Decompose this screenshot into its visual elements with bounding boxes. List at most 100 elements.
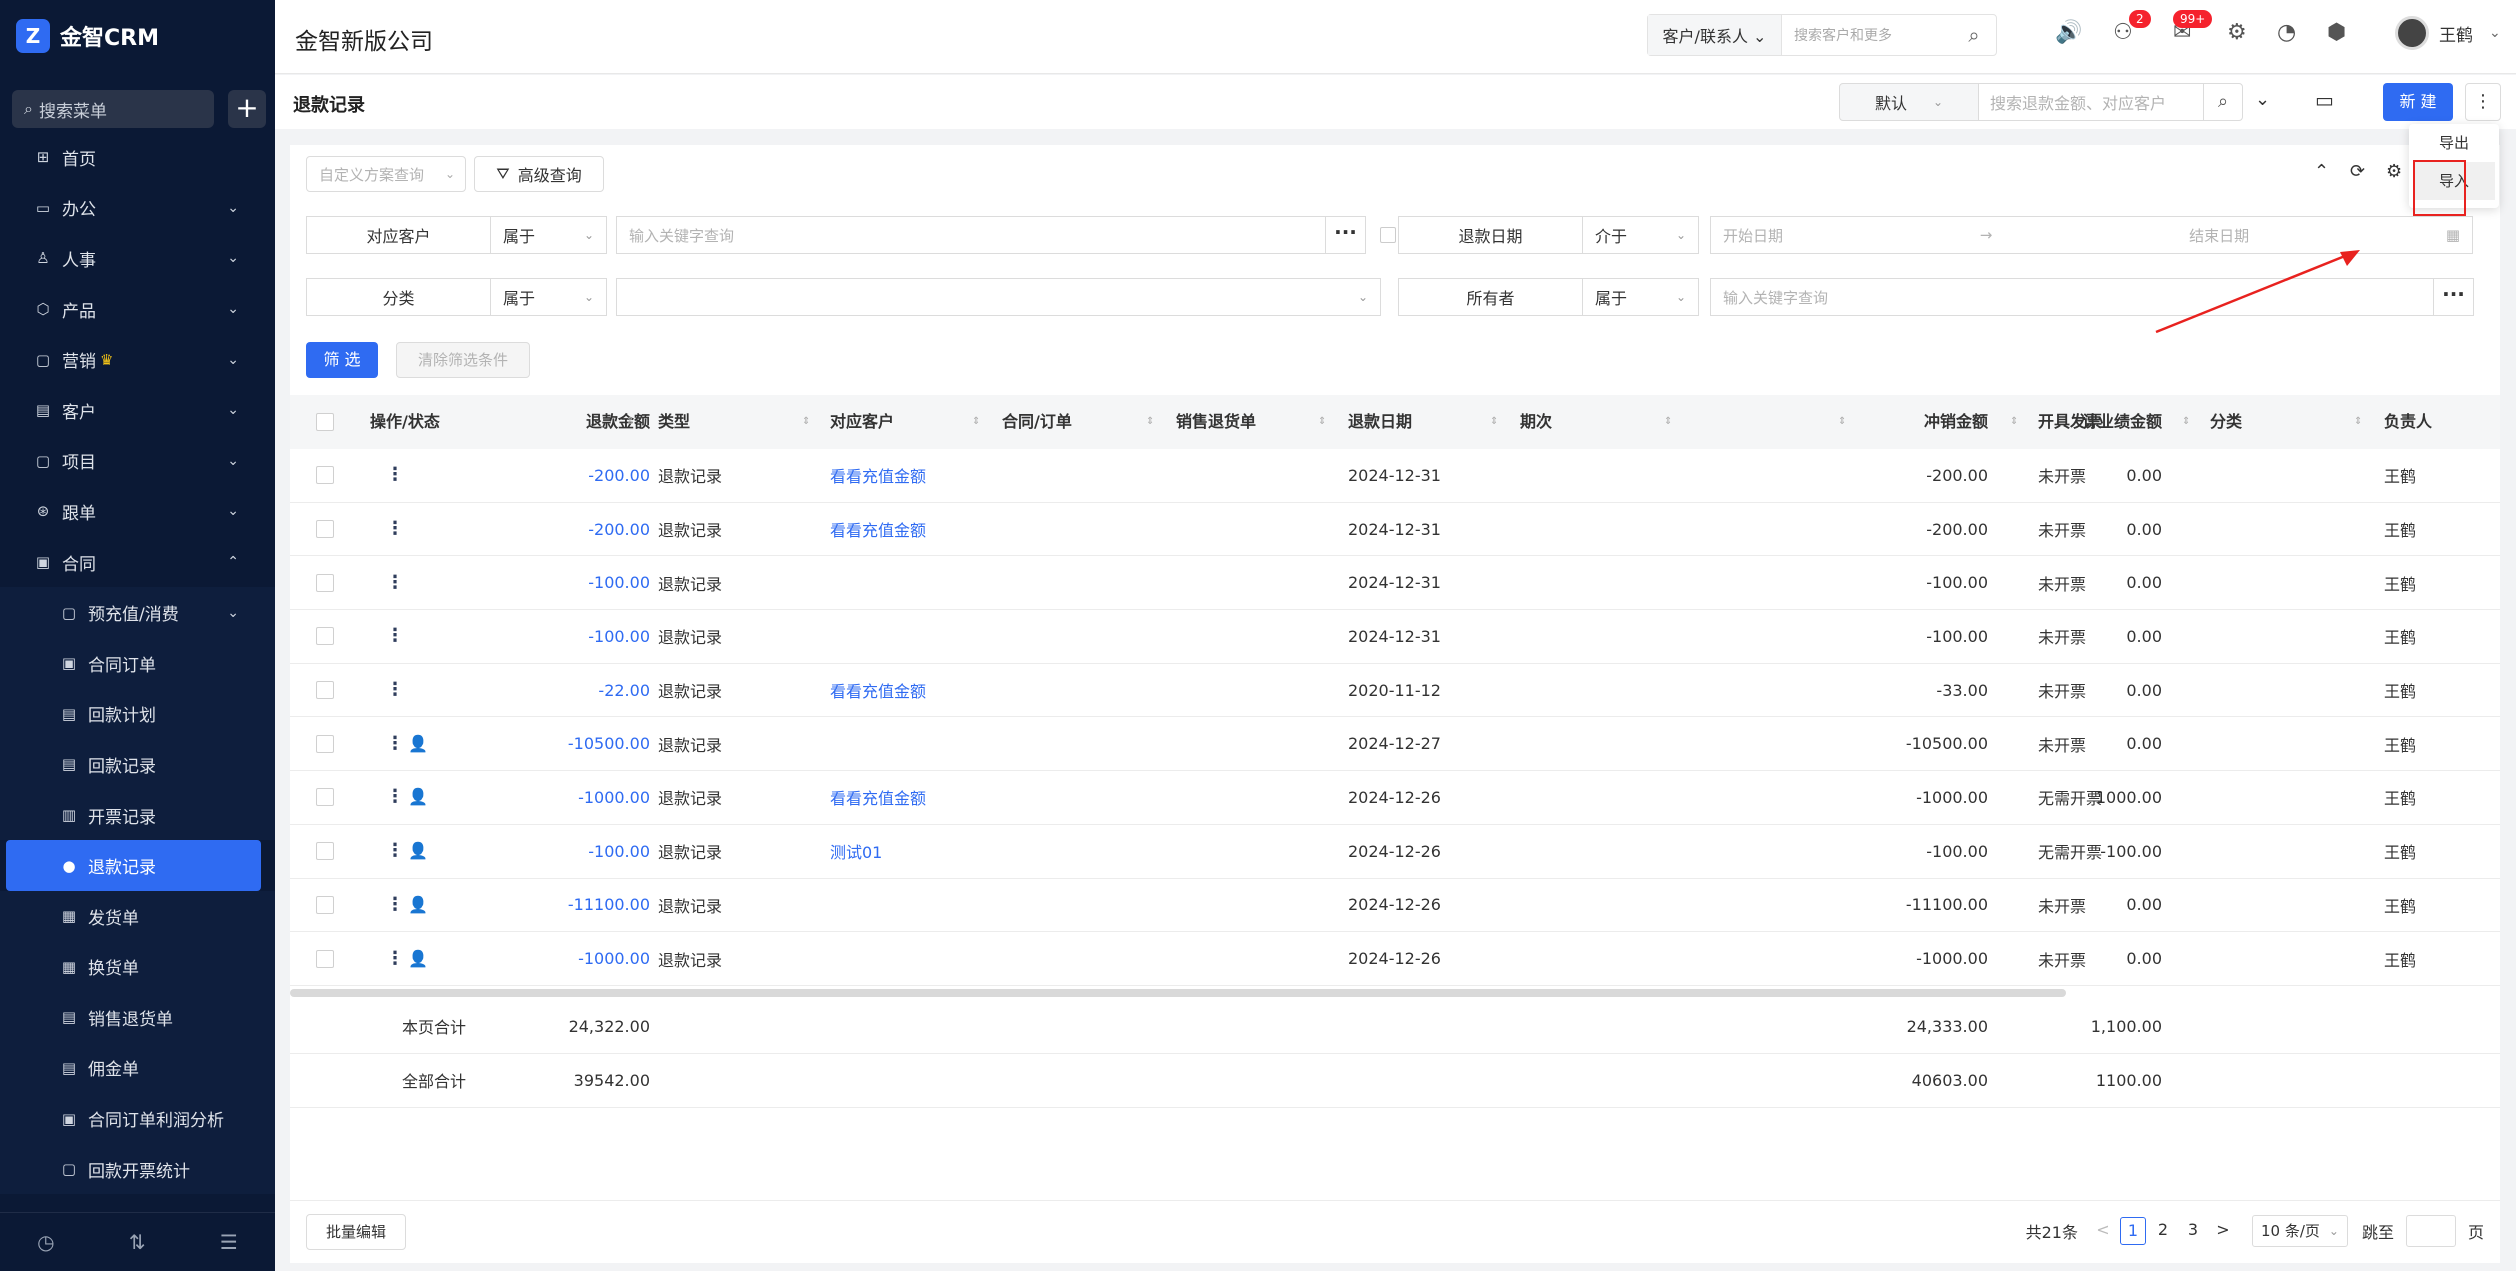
customer-keyword-input[interactable]: 输入关键字查询	[616, 216, 1326, 254]
cell-amount[interactable]: -100.00	[490, 610, 650, 663]
more-actions-button[interactable]: ⋮	[2465, 83, 2501, 121]
sidebar-subitem-10[interactable]: ▣ 合同订单利润分析	[0, 1093, 275, 1144]
advanced-query-button[interactable]: ⛛ 高级查询	[474, 156, 604, 192]
filter-button[interactable]: 筛 选	[306, 342, 378, 378]
settings-icon[interactable]: ⚙	[2386, 161, 2402, 182]
menu-search-input[interactable]: ⌕ 搜索菜单	[12, 90, 214, 128]
sidebar-item-4[interactable]: ▢ 营销 ♛ ⌄	[0, 334, 275, 385]
search-icon[interactable]: ⌕	[1952, 23, 1996, 47]
sidebar-subitem-2[interactable]: ▤ 回款计划	[0, 688, 275, 740]
cell-customer[interactable]	[830, 879, 990, 932]
row-checkbox[interactable]	[316, 520, 334, 539]
jump-page-input[interactable]	[2405, 1215, 2456, 1247]
row-checkbox[interactable]	[316, 627, 334, 646]
table-row[interactable]: ⋮ 👤 -11100.00 退款记录 2024-12-26 -11100.00 0.00 未开…	[290, 879, 2500, 933]
cell-customer[interactable]: 看看充值金额	[830, 664, 990, 717]
cube-icon[interactable]: ⬢	[2327, 20, 2346, 45]
sidebar-item-8[interactable]: ▣ 合同 ⌃	[0, 537, 275, 588]
column-header[interactable]: 类型	[658, 395, 758, 449]
add-menu-button[interactable]: +	[228, 90, 266, 128]
filter-field-category[interactable]: 分类	[306, 278, 491, 316]
row-checkbox[interactable]	[316, 895, 334, 914]
filter-operator-customer[interactable]: 属于 ⌄	[491, 216, 607, 254]
batch-edit-button[interactable]: 批量编辑	[306, 1214, 406, 1250]
column-header[interactable]: 开具发票	[2038, 395, 2198, 449]
cell-amount[interactable]: -22.00	[490, 664, 650, 717]
cell-amount[interactable]: -100.00	[490, 556, 650, 609]
sort-icon[interactable]: ⇕	[2010, 395, 2018, 449]
row-actions-icon[interactable]: ⋮	[386, 625, 404, 646]
table-row[interactable]: ⋮ 👤 -100.00 退款记录 测试01 2024-12-26 -100.00 -100.0…	[290, 825, 2500, 879]
row-actions-icon[interactable]: ⋮	[386, 948, 404, 969]
row-actions-icon[interactable]: ⋮	[386, 518, 404, 539]
select-all-checkbox[interactable]	[316, 413, 334, 431]
collapse-up-icon[interactable]: ⌃	[2314, 161, 2329, 182]
view-select[interactable]: 默认 ⌄	[1839, 83, 1979, 121]
page-size-select[interactable]: 10 条/页 ⌄	[2251, 1215, 2348, 1247]
sort-icon[interactable]: ⇕	[972, 395, 980, 449]
filter-operator-category[interactable]: 属于 ⌄	[491, 278, 607, 316]
row-checkbox[interactable]	[316, 949, 334, 968]
row-checkbox[interactable]	[316, 842, 334, 861]
cell-amount[interactable]: -10500.00	[490, 717, 650, 770]
sidebar-item-5[interactable]: ▤ 客户 ⌄	[0, 385, 275, 436]
sidebar-subitem-1[interactable]: ▣ 合同订单	[0, 637, 275, 689]
cell-amount[interactable]: -1000.00	[490, 771, 650, 824]
cell-amount[interactable]: -100.00	[490, 825, 650, 878]
sort-icon[interactable]: ⇕	[1318, 395, 1326, 449]
category-select[interactable]: ⌄	[616, 278, 1381, 316]
page-2-button[interactable]: 2	[2150, 1217, 2176, 1245]
filter-operator-owner[interactable]: 属于 ⌄	[1583, 278, 1699, 316]
cell-customer[interactable]	[830, 717, 990, 770]
row-actions-icon[interactable]: ⋮	[386, 733, 404, 754]
sort-icon[interactable]: ⇅	[129, 1230, 146, 1254]
export-menu-item[interactable]: 导出	[2409, 124, 2499, 162]
sort-icon[interactable]: ⇕	[2354, 395, 2362, 449]
search-icon[interactable]: ⌕	[2203, 83, 2243, 121]
sidebar-item-3[interactable]: ⬡ 产品 ⌄	[0, 284, 275, 335]
sidebar-subitem-8[interactable]: ▤ 销售退货单	[0, 992, 275, 1043]
table-row[interactable]: ⋮ -100.00 退款记录 2024-12-31 -100.00 0.00 未开票 王鹤	[290, 610, 2500, 664]
page-3-button[interactable]: 3	[2180, 1217, 2206, 1245]
expand-chevron-icon[interactable]: ⌄	[2255, 89, 2270, 110]
table-row[interactable]: ⋮ 👤 -1000.00 退款记录 2024-12-26 -1000.00 0.00 未开票王…	[290, 932, 2500, 986]
row-checkbox[interactable]	[316, 734, 334, 753]
row-actions-icon[interactable]: ⋮	[386, 894, 404, 915]
row-actions-icon[interactable]: ⋮	[386, 572, 404, 593]
filter-checkbox[interactable]	[1380, 227, 1396, 243]
filter-field-customer[interactable]: 对应客户	[306, 216, 491, 254]
sort-icon[interactable]: ⇕	[1146, 395, 1154, 449]
cell-amount[interactable]: -200.00	[490, 503, 650, 556]
logo[interactable]: Z 金智CRM	[16, 18, 159, 54]
sort-icon[interactable]: ⇕	[1838, 395, 1846, 449]
sidebar-subitem-9[interactable]: ▤ 佣金单	[0, 1042, 275, 1094]
history-icon[interactable]: ◷	[37, 1230, 54, 1254]
sidebar-item-2[interactable]: ♙ 人事 ⌄	[0, 233, 275, 284]
mail-icon[interactable]: ✉ 99+	[2173, 10, 2213, 45]
cell-customer[interactable]: 看看充值金额	[830, 503, 990, 556]
cell-customer[interactable]: 测试01	[830, 825, 990, 878]
sidebar-subitem-3[interactable]: ▤ 回款记录	[0, 739, 275, 790]
row-actions-icon[interactable]: ⋮	[386, 786, 404, 807]
cell-amount[interactable]: -11100.00	[490, 879, 650, 932]
company-name[interactable]: 金智新版公司	[295, 22, 433, 56]
page-1-button[interactable]: 1	[2119, 1217, 2146, 1245]
sort-icon[interactable]: ⇕	[1490, 395, 1498, 449]
user-menu[interactable]: 王鹤 ⌄	[2395, 16, 2501, 50]
global-search-input[interactable]: 搜索客户和更多	[1782, 25, 1952, 45]
refresh-icon[interactable]: ⟳	[2350, 161, 2365, 182]
column-header[interactable]: 期次	[1520, 395, 1680, 449]
sidebar-subitem-6[interactable]: ▦ 发货单	[0, 890, 275, 942]
chart-icon[interactable]: ◔	[2277, 20, 2296, 45]
collapse-menu-icon[interactable]: ☰	[220, 1230, 238, 1254]
cell-customer[interactable]: 看看充值金额	[830, 771, 990, 824]
table-row[interactable]: ⋮ -200.00 退款记录 看看充值金额 2024-12-31 -200.00 0.00 未…	[290, 449, 2500, 503]
table-row[interactable]: ⋮ 👤 -1000.00 退款记录 看看充值金额 2024-12-26 -1000.00 -1…	[290, 771, 2500, 825]
sidebar-item-1[interactable]: ▭ 办公 ⌄	[0, 183, 275, 234]
cell-amount[interactable]: -1000.00	[490, 932, 650, 985]
start-date-input[interactable]: 开始日期	[1723, 225, 1783, 246]
search-scope-select[interactable]: 客户/联系人 ⌄	[1648, 15, 1782, 55]
row-checkbox[interactable]	[316, 573, 334, 592]
cell-customer[interactable]	[830, 556, 990, 609]
sort-icon[interactable]: ⇕	[802, 395, 810, 449]
